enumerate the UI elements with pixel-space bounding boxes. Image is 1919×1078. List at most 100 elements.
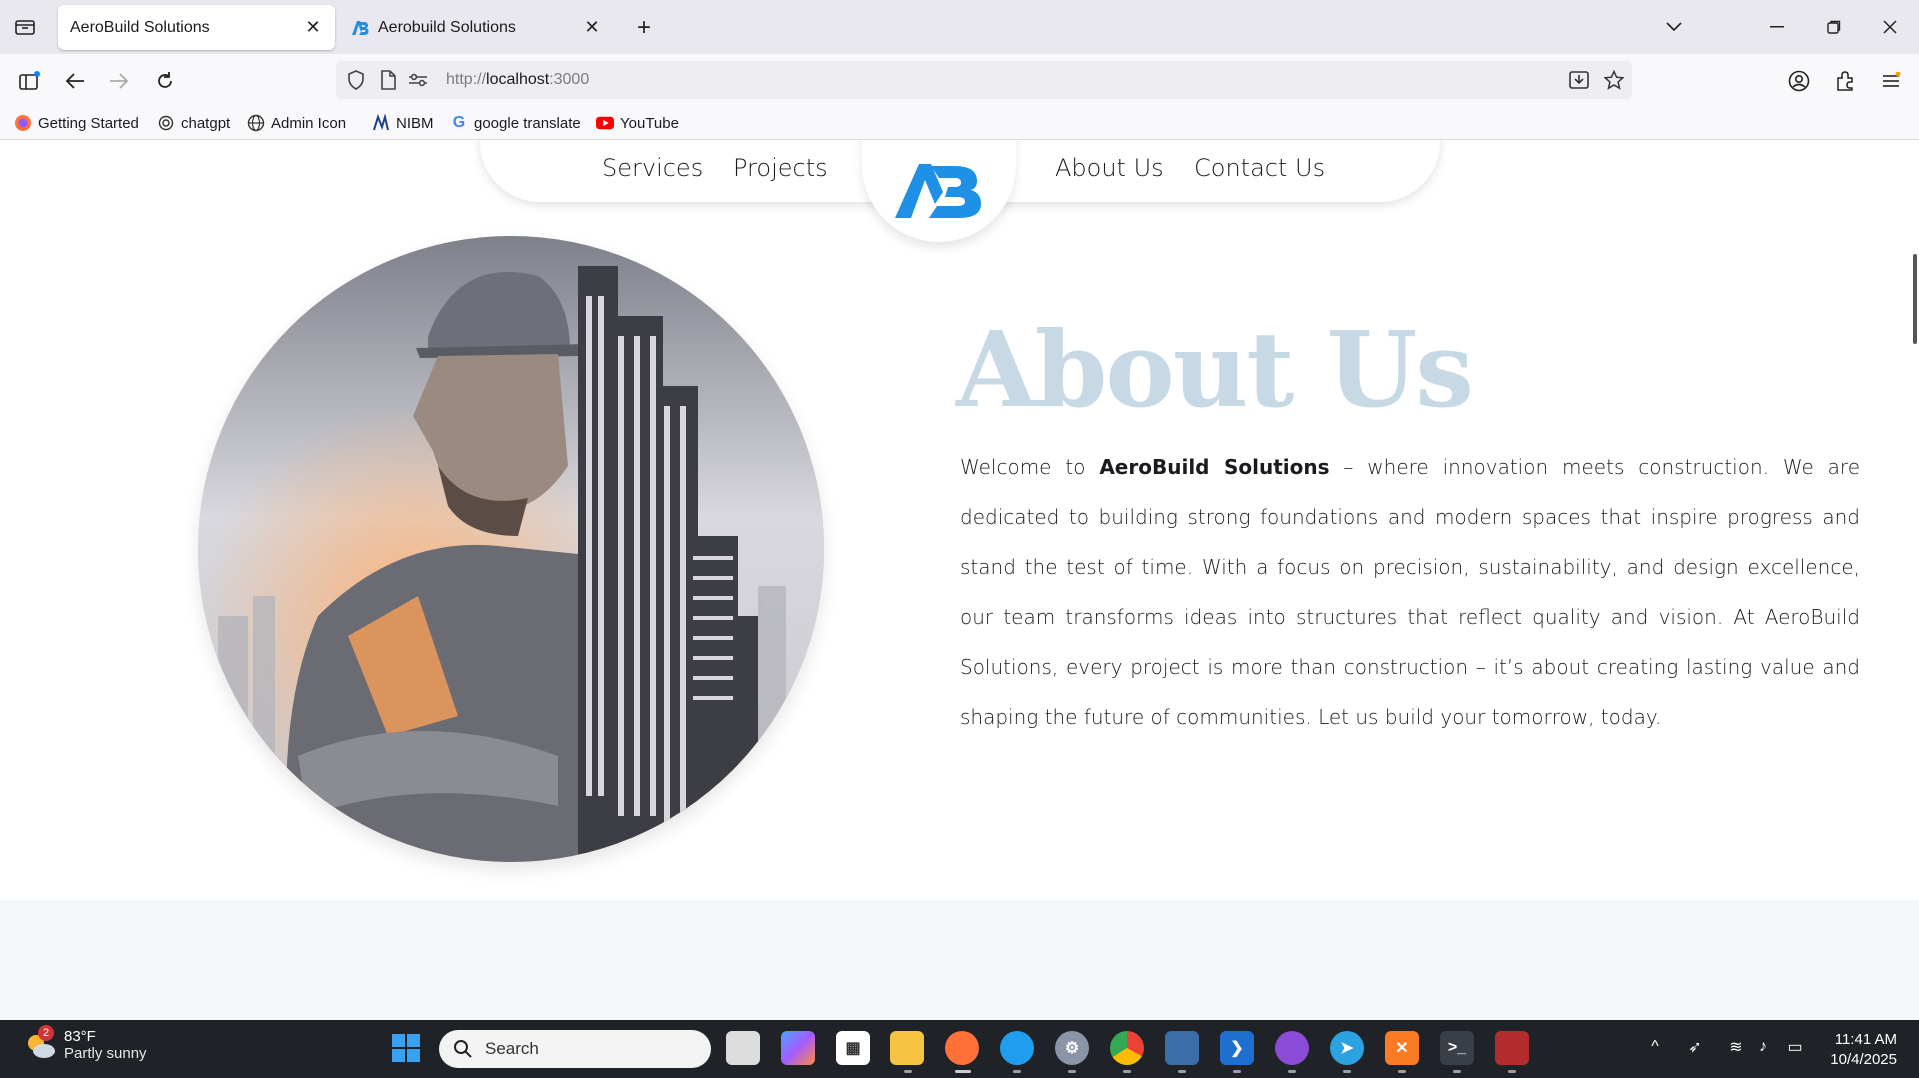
next-section — [0, 900, 1919, 1020]
weather-badge: 2 — [38, 1025, 54, 1041]
close-icon[interactable]: ✕ — [303, 17, 323, 38]
edge-icon[interactable] — [1000, 1031, 1034, 1065]
back-icon[interactable] — [61, 67, 89, 95]
running-indicator — [1453, 1070, 1461, 1073]
worker-city-image — [198, 236, 824, 862]
running-indicator — [1343, 1070, 1351, 1073]
url-port: :3000 — [549, 71, 590, 88]
tab-title: Aerobuild Solutions — [378, 18, 516, 36]
about-intro: Welcome to — [960, 455, 1100, 479]
url-scheme: http:// — [446, 71, 487, 88]
list-all-tabs-icon[interactable] — [1659, 12, 1689, 42]
firefox-taskbar-icon[interactable] — [945, 1031, 979, 1065]
hero-image — [198, 236, 824, 862]
sidebar-icon[interactable] — [16, 67, 44, 95]
weather-desc: Partly sunny — [64, 1045, 147, 1062]
settings-icon[interactable]: ⚙ — [1055, 1031, 1089, 1065]
running-indicator — [1233, 1070, 1241, 1073]
bookmarks-toolbar: Getting Started chatgpt Admin Icon NIBM … — [0, 106, 1919, 140]
telegram-icon[interactable]: ➤ — [1330, 1031, 1364, 1065]
terminal-icon[interactable]: >_ — [1440, 1031, 1474, 1065]
volume-icon[interactable]: ♪ — [1752, 1036, 1774, 1058]
windows-start-icon[interactable] — [389, 1031, 423, 1065]
system-clock[interactable]: 11:41 AM 10/4/2025 — [1830, 1030, 1897, 1070]
url-bar[interactable]: http://localhost:3000 — [336, 61, 1632, 99]
running-indicator — [1013, 1070, 1021, 1073]
about-title: About Us — [956, 308, 1474, 431]
menu-icon[interactable] — [1877, 67, 1905, 95]
firefox-icon — [14, 114, 32, 132]
photos-icon[interactable] — [1165, 1031, 1199, 1065]
close-window-icon[interactable] — [1875, 12, 1905, 42]
bookmark-label: NIBM — [396, 114, 434, 132]
nibm-icon — [372, 114, 390, 132]
running-indicator — [1068, 1070, 1076, 1073]
openai-icon — [157, 114, 175, 132]
url-text[interactable]: http://localhost:3000 — [446, 71, 589, 89]
nav-services-link[interactable]: Services — [602, 154, 703, 182]
weather-widget[interactable]: 2 83°F Partly sunny — [24, 1025, 147, 1062]
bookmark-admin-icon[interactable]: Admin Icon — [247, 112, 346, 134]
running-indicator — [1508, 1070, 1516, 1073]
clock-time: 11:41 AM — [1834, 1031, 1897, 1048]
taskbar-search[interactable]: Search — [439, 1030, 711, 1068]
weather-temp: 83°F — [64, 1028, 96, 1045]
about-body: – where innovation meets construction. W… — [960, 455, 1861, 729]
globe-icon — [247, 114, 265, 132]
page-icon[interactable] — [374, 66, 402, 94]
winrar-icon[interactable] — [1495, 1031, 1529, 1065]
bookmark-label: Admin Icon — [271, 114, 347, 132]
tab-bar: AeroBuild Solutions ✕ Aerobuild Solution… — [0, 0, 1919, 54]
bookmark-youtube[interactable]: YouTube — [596, 112, 679, 134]
reload-icon[interactable] — [151, 67, 179, 95]
new-tab-icon[interactable]: + — [630, 14, 658, 42]
about-paragraph: Welcome to AeroBuild Solutions – where i… — [960, 442, 1860, 742]
bookmark-chatgpt[interactable]: chatgpt — [157, 112, 230, 134]
copilot-icon[interactable] — [781, 1031, 815, 1065]
nav-contact-link[interactable]: Contact Us — [1194, 154, 1325, 182]
bookmark-google-translate[interactable]: G google translate — [450, 112, 581, 134]
tab-aerobuild-active[interactable]: AeroBuild Solutions ✕ — [58, 5, 335, 50]
file-explorer-icon[interactable] — [890, 1031, 924, 1065]
taskbar: 2 83°F Partly sunny Search ▦ ⚙ ❯ ➤ ✕ >_ … — [0, 1020, 1919, 1078]
bookmark-nibm[interactable]: NIBM — [372, 112, 434, 134]
chevron-up-icon[interactable]: ^ — [1644, 1036, 1666, 1058]
bookmark-label: Getting Started — [38, 114, 139, 132]
chrome-icon[interactable] — [1110, 1031, 1144, 1065]
wifi-icon[interactable]: ≋ — [1725, 1036, 1747, 1058]
shield-icon[interactable] — [342, 66, 370, 94]
tab-list-icon[interactable] — [10, 14, 40, 40]
bookmark-star-icon[interactable] — [1600, 66, 1628, 94]
bookmark-label: google translate — [474, 114, 581, 132]
download-icon[interactable] — [1565, 66, 1593, 94]
minimize-icon[interactable] — [1762, 12, 1792, 42]
bookmark-getting-started[interactable]: Getting Started — [14, 112, 139, 134]
github-desktop-icon[interactable] — [1275, 1031, 1309, 1065]
nav-about-link[interactable]: About Us — [1055, 154, 1164, 182]
site-logo[interactable] — [862, 140, 1016, 242]
restore-icon[interactable] — [1819, 12, 1849, 42]
google-icon: G — [452, 114, 466, 131]
forward-icon[interactable] — [105, 67, 133, 95]
scrollbar[interactable] — [1913, 254, 1917, 344]
account-icon[interactable] — [1785, 67, 1813, 95]
task-view-icon[interactable] — [726, 1031, 760, 1065]
nav-projects-link[interactable]: Projects — [733, 154, 828, 182]
running-indicator — [1123, 1070, 1131, 1073]
bookmark-label: chatgpt — [181, 114, 231, 132]
extensions-icon[interactable] — [1831, 67, 1859, 95]
about-brand: AeroBuild Solutions — [1099, 455, 1330, 479]
page-viewport: Services Projects About Us Contact Us Ab… — [0, 140, 1919, 1020]
tab-aerobuild-inactive[interactable]: Aerobuild Solutions ✕ — [338, 5, 614, 50]
vscode-icon[interactable]: ❯ — [1220, 1031, 1254, 1065]
ab-logo-icon — [350, 18, 370, 38]
store-icon[interactable]: ▦ — [836, 1031, 870, 1065]
location-icon[interactable]: ➶ — [1684, 1036, 1706, 1058]
battery-icon[interactable]: ▭ — [1784, 1036, 1806, 1058]
youtube-icon — [596, 114, 614, 132]
active-indicator — [955, 1070, 971, 1073]
permissions-icon[interactable] — [404, 66, 432, 94]
close-icon[interactable]: ✕ — [582, 17, 602, 38]
search-icon — [454, 1040, 472, 1058]
xampp-icon[interactable]: ✕ — [1385, 1031, 1419, 1065]
